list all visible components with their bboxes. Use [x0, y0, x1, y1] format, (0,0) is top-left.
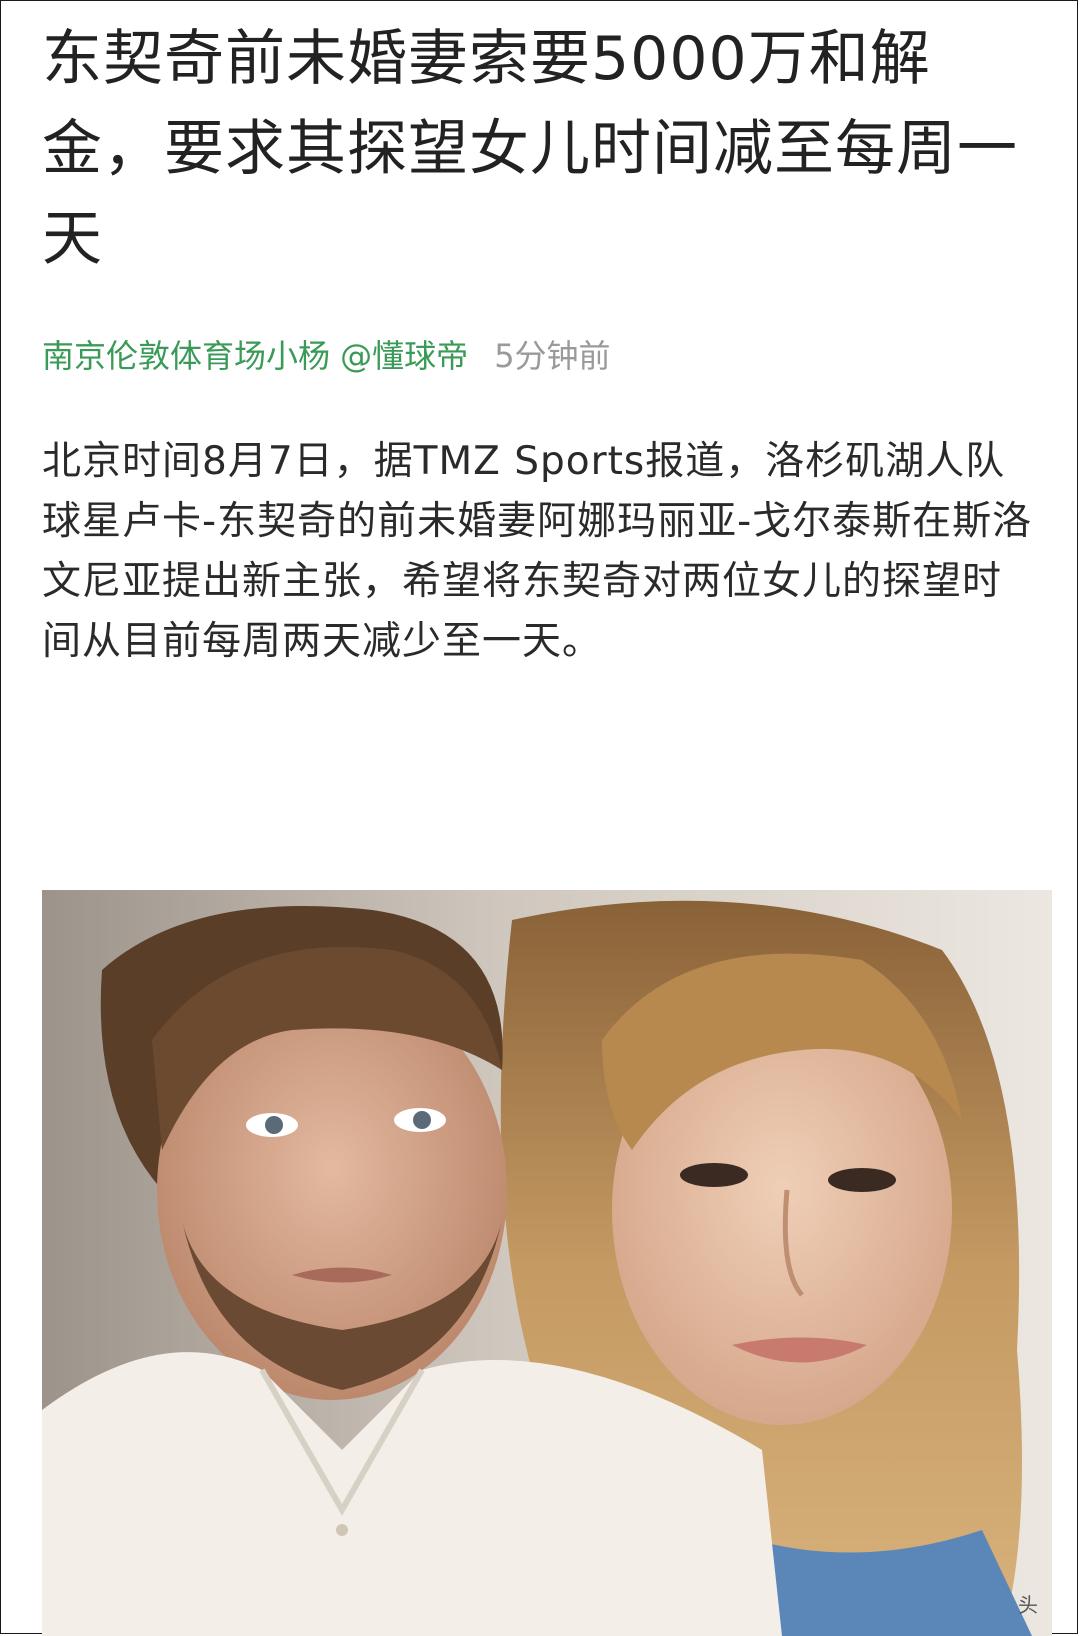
- article: 东契奇前未婚妻索要5000万和解金，要求其探望女儿时间减至每周一天 南京伦敦体育…: [42, 14, 1042, 672]
- author-link[interactable]: 南京伦敦体育场小杨 @懂球帝: [42, 331, 468, 377]
- article-body: 北京时间8月7日，据TMZ Sports报道，洛杉矶湖人队球星卢卡-东契奇的前未…: [42, 439, 1033, 664]
- article-photo[interactable]: 头: [42, 890, 1052, 1636]
- article-headline: 东契奇前未婚妻索要5000万和解金，要求其探望女儿时间减至每周一天: [42, 24, 1018, 274]
- watermark-glyph: 头: [1018, 1593, 1038, 1617]
- photo-icon: [42, 890, 1052, 1636]
- article-meta: 南京伦敦体育场小杨 @懂球帝 5分钟前: [42, 324, 1042, 384]
- publish-time: 5分钟前: [494, 337, 611, 375]
